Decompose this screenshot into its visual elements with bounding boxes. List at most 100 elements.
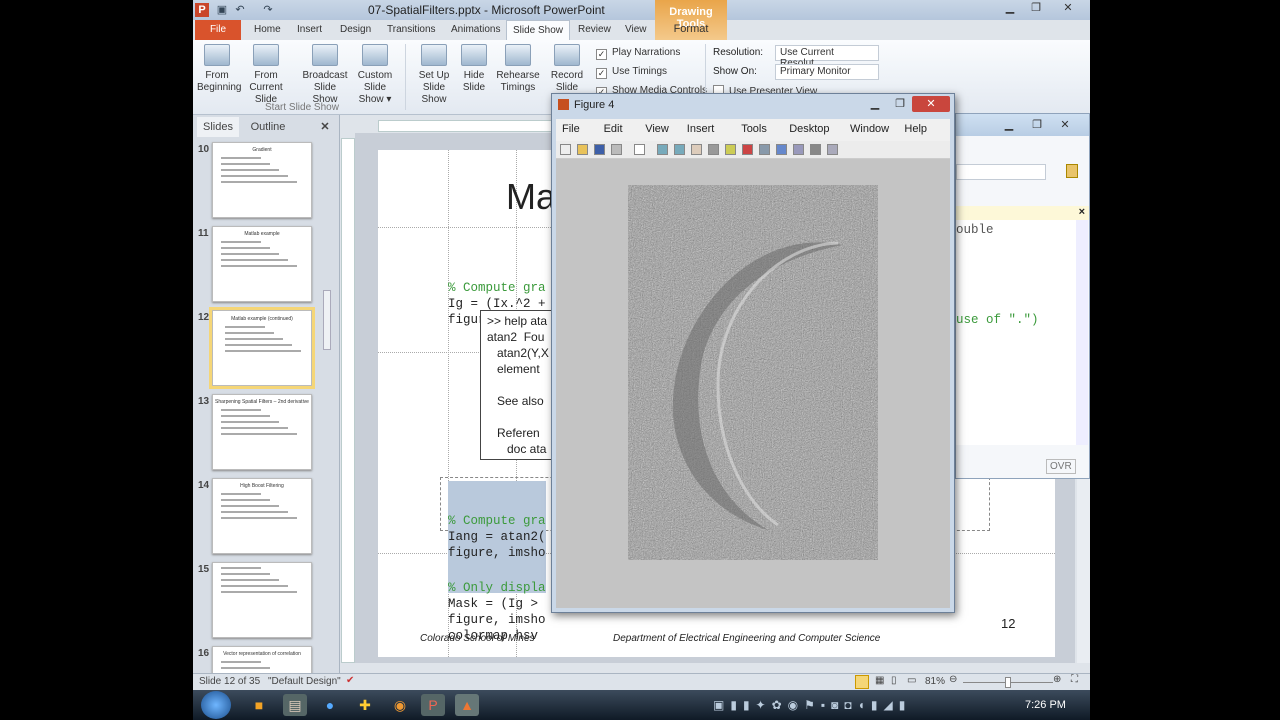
close-button[interactable]: ✕ xyxy=(912,96,950,112)
folder-dropdown[interactable] xyxy=(956,164,1046,180)
tab-transitions[interactable]: Transitions xyxy=(381,20,442,40)
matlab-taskbar-icon[interactable]: ▲ xyxy=(455,694,479,716)
redo-icon[interactable]: ↷ xyxy=(261,3,275,17)
powerpoint-window: P ▣ ↶ ↷ 07-SpatialFilters.pptx - Microso… xyxy=(193,0,1090,720)
projector-icon xyxy=(253,44,279,66)
play-narrations-checkbox[interactable]: ✓ Play Narrations xyxy=(596,47,680,60)
figure-menu-edit[interactable]: Edit xyxy=(604,123,623,135)
tab-insert[interactable]: Insert xyxy=(291,20,328,40)
legend-icon[interactable] xyxy=(793,144,804,155)
reading-view-icon[interactable]: ▯ xyxy=(891,675,897,686)
slide-thumbnail-13[interactable]: Sharpening Spatial Filters – 2nd derivat… xyxy=(212,394,312,470)
thumb-text-line xyxy=(221,517,297,519)
maximize-button[interactable]: ❐ xyxy=(1023,0,1049,16)
minimize-button[interactable]: ▁ xyxy=(997,0,1023,16)
save-icon[interactable]: ▣ xyxy=(215,3,229,17)
pin-taskbar-icon[interactable]: ✚ xyxy=(353,694,377,716)
notepad-taskbar-icon[interactable]: ▤ xyxy=(283,694,307,716)
data-cursor-icon[interactable] xyxy=(725,144,736,155)
new-icon[interactable] xyxy=(560,144,571,155)
slide-thumbnail-12[interactable]: Matlab example (continued) xyxy=(209,307,315,389)
zoom-slider-thumb[interactable] xyxy=(1005,677,1011,688)
custom-slide-show-button[interactable]: Custom Slide Show ▾ xyxy=(350,44,400,106)
slide-thumbnail-11[interactable]: Matlab example xyxy=(212,226,312,302)
minimize-button[interactable]: ▁ xyxy=(996,117,1022,133)
save-icon[interactable] xyxy=(594,144,605,155)
normal-view-icon[interactable] xyxy=(855,675,869,689)
system-tray-icons[interactable]: ▣▮▮✦✿◉⚑▪◙◘◖▮◢▮ xyxy=(713,698,911,712)
rotate-icon[interactable] xyxy=(708,144,719,155)
slide-thumb-number: 13 xyxy=(198,396,210,407)
editor-scrollbar[interactable] xyxy=(1076,220,1088,445)
link-icon[interactable] xyxy=(759,144,770,155)
hide-plot-icon[interactable] xyxy=(810,144,821,155)
proofing-icon[interactable]: ✔ xyxy=(346,675,354,686)
slide-sorter-icon[interactable]: ▦ xyxy=(875,675,884,686)
show-plot-icon[interactable] xyxy=(827,144,838,155)
close-button[interactable]: ✕ xyxy=(1049,0,1087,16)
close-button[interactable]: ✕ xyxy=(1052,117,1078,133)
tab-design[interactable]: Design xyxy=(334,20,377,40)
close-panel-icon[interactable]: ✕ xyxy=(315,117,335,137)
figure-menu-insert[interactable]: Insert xyxy=(687,123,715,135)
colorbar-icon[interactable] xyxy=(776,144,787,155)
hide-slide-button[interactable]: Hide Slide xyxy=(459,44,489,94)
figure-menu-tools[interactable]: Tools xyxy=(741,123,767,135)
chrome-taskbar-icon[interactable]: ◉ xyxy=(388,694,412,716)
clock[interactable]: 7:26 PM xyxy=(1025,699,1066,711)
info-bar: × xyxy=(956,206,1089,220)
slide-thumbnail-15[interactable] xyxy=(212,562,312,638)
slide-number: 12 xyxy=(1001,616,1016,631)
tab-slides[interactable]: Slides xyxy=(197,117,239,137)
use-timings-checkbox[interactable]: ✓ Use Timings xyxy=(596,66,667,79)
outlook-taskbar-icon[interactable]: ■ xyxy=(247,694,271,716)
from-current-slide-button[interactable]: From Current Slide xyxy=(237,44,295,106)
rehearse-timings-button[interactable]: Rehearse Timings xyxy=(495,44,541,94)
thumb-text-line xyxy=(221,493,261,495)
tab-file[interactable]: File xyxy=(195,20,241,40)
maximize-button[interactable]: ❐ xyxy=(887,96,913,112)
tab-animations[interactable]: Animations xyxy=(445,20,506,40)
fit-slide-icon[interactable]: ⛶ xyxy=(1071,674,1078,685)
slide-thumb-number: 12 xyxy=(198,312,210,323)
pan-icon[interactable] xyxy=(691,144,702,155)
tab-home[interactable]: Home xyxy=(248,20,287,40)
info-bar-close-icon[interactable]: × xyxy=(1079,206,1085,218)
tab-slide-show[interactable]: Slide Show xyxy=(506,20,571,40)
itunes-taskbar-icon[interactable]: ● xyxy=(318,694,342,716)
resolution-select[interactable]: Use Current Resolut... xyxy=(775,45,879,69)
undo-icon[interactable]: ↶ xyxy=(233,3,247,17)
pointer-icon[interactable] xyxy=(634,144,645,155)
open-icon[interactable] xyxy=(577,144,588,155)
zoom-in-button[interactable]: ⊕ xyxy=(1053,674,1061,685)
code-area[interactable]: ouble use of ".") xyxy=(956,220,1076,445)
slide-thumbnail-10[interactable]: Gradient xyxy=(212,142,312,218)
figure-menu-view[interactable]: View xyxy=(645,123,669,135)
powerpoint-taskbar-icon[interactable]: P xyxy=(421,694,445,716)
zoom-level[interactable]: 81% xyxy=(925,676,945,687)
zoom-out-icon[interactable] xyxy=(674,144,685,155)
print-icon[interactable] xyxy=(611,144,622,155)
start-button[interactable] xyxy=(201,691,231,719)
maximize-button[interactable]: ❐ xyxy=(1024,117,1050,133)
set-up-slide-show-button[interactable]: Set Up Slide Show xyxy=(409,44,459,106)
minimize-button[interactable]: ▁ xyxy=(862,96,888,112)
tab-outline[interactable]: Outline xyxy=(243,117,293,137)
tab-view[interactable]: View xyxy=(619,20,653,40)
slideshow-view-icon[interactable]: ▭ xyxy=(907,675,916,686)
figure-menu-help[interactable]: Help xyxy=(904,123,927,135)
zoom-out-button[interactable]: ⊖ xyxy=(949,674,957,685)
zoom-in-icon[interactable] xyxy=(657,144,668,155)
tab-review[interactable]: Review xyxy=(572,20,617,40)
brush-icon[interactable] xyxy=(742,144,753,155)
slide-thumbnail-14[interactable]: High Boost Filtering xyxy=(212,478,312,554)
figure-menu-desktop[interactable]: Desktop xyxy=(789,123,829,135)
show-on-select[interactable]: Primary Monitor xyxy=(775,64,879,80)
from-beginning-button[interactable]: From Beginning xyxy=(197,44,241,94)
figure-menu-window[interactable]: Window xyxy=(850,123,889,135)
panel-scrollbar[interactable] xyxy=(323,290,331,350)
broadcast-slide-show-button[interactable]: Broadcast Slide Show xyxy=(301,44,349,106)
figure-menu-file[interactable]: File xyxy=(562,123,580,135)
browse-folder-icon[interactable] xyxy=(1066,164,1078,178)
ribbon-tabs: File Home Insert Design Transitions Anim… xyxy=(193,20,1090,40)
